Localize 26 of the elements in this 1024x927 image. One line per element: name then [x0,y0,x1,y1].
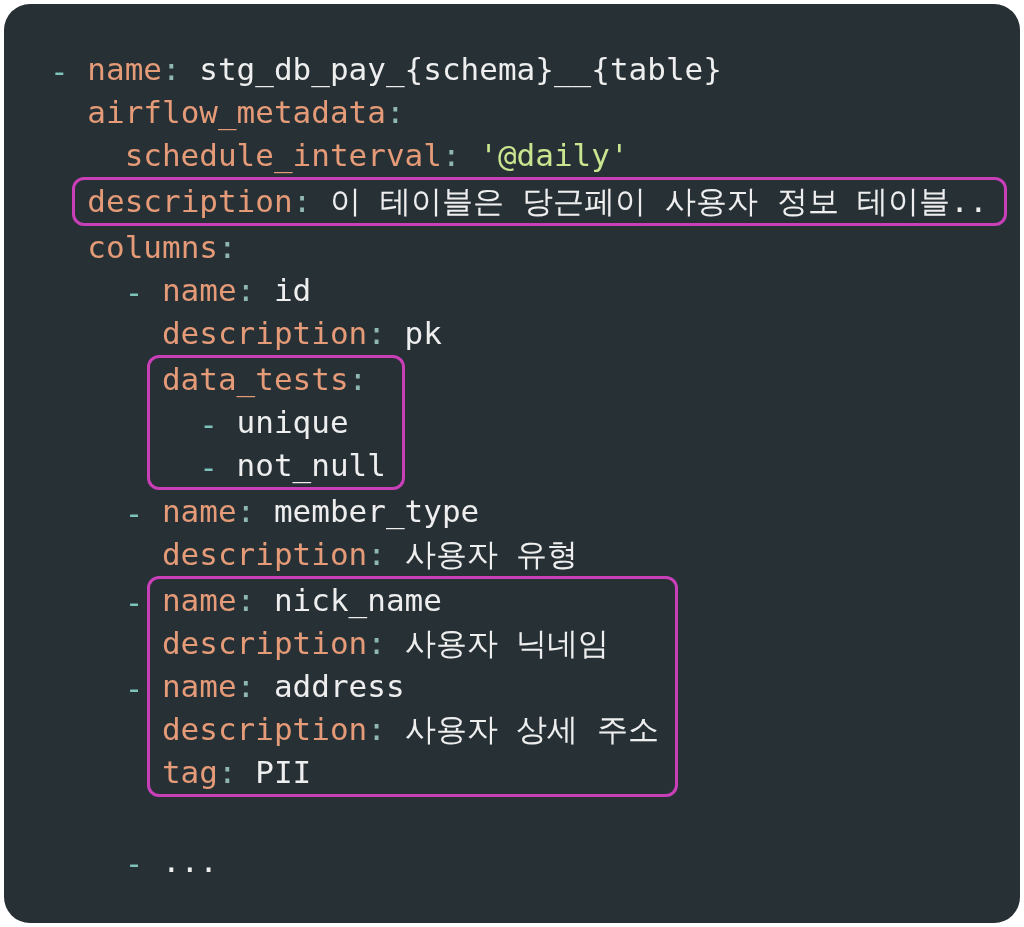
code-line: description: 사용자 유형 [161,535,579,574]
code-line: description: 사용자 상세 주소 [161,710,659,749]
code-line: columns: [87,228,238,267]
list-dash: - [124,583,144,622]
code-line: data_tests: [161,360,369,400]
code-line: not_null [236,446,386,486]
code-line: airflow_metadata: [87,93,406,133]
code-line: description: 이 테이블은 당근페이 사용자 정보 테이블.. [87,182,988,221]
list-dash: - [199,448,218,487]
code-line: name: stg_db_pay_{schema}__{table} [87,50,723,90]
list-dash: - [124,494,144,533]
code-line: description: 사용자 닉네임 [161,624,610,663]
code-line: name: member_type [161,492,481,532]
code-line: unique [236,403,349,442]
code-line: ... [161,842,218,881]
code-line: name: id [161,271,313,310]
code-line: name: nick_name [161,581,443,621]
list-dash: - [124,669,144,708]
code-line: schedule_interval: '@daily' [124,136,629,176]
code-line: tag: PII [161,753,312,792]
code-line: name: address [161,667,406,706]
code-line: description: pk [161,314,442,353]
list-dash: - [124,273,144,312]
list-dash: - [50,52,69,91]
list-dash: - [124,844,144,883]
list-dash: - [199,405,218,444]
